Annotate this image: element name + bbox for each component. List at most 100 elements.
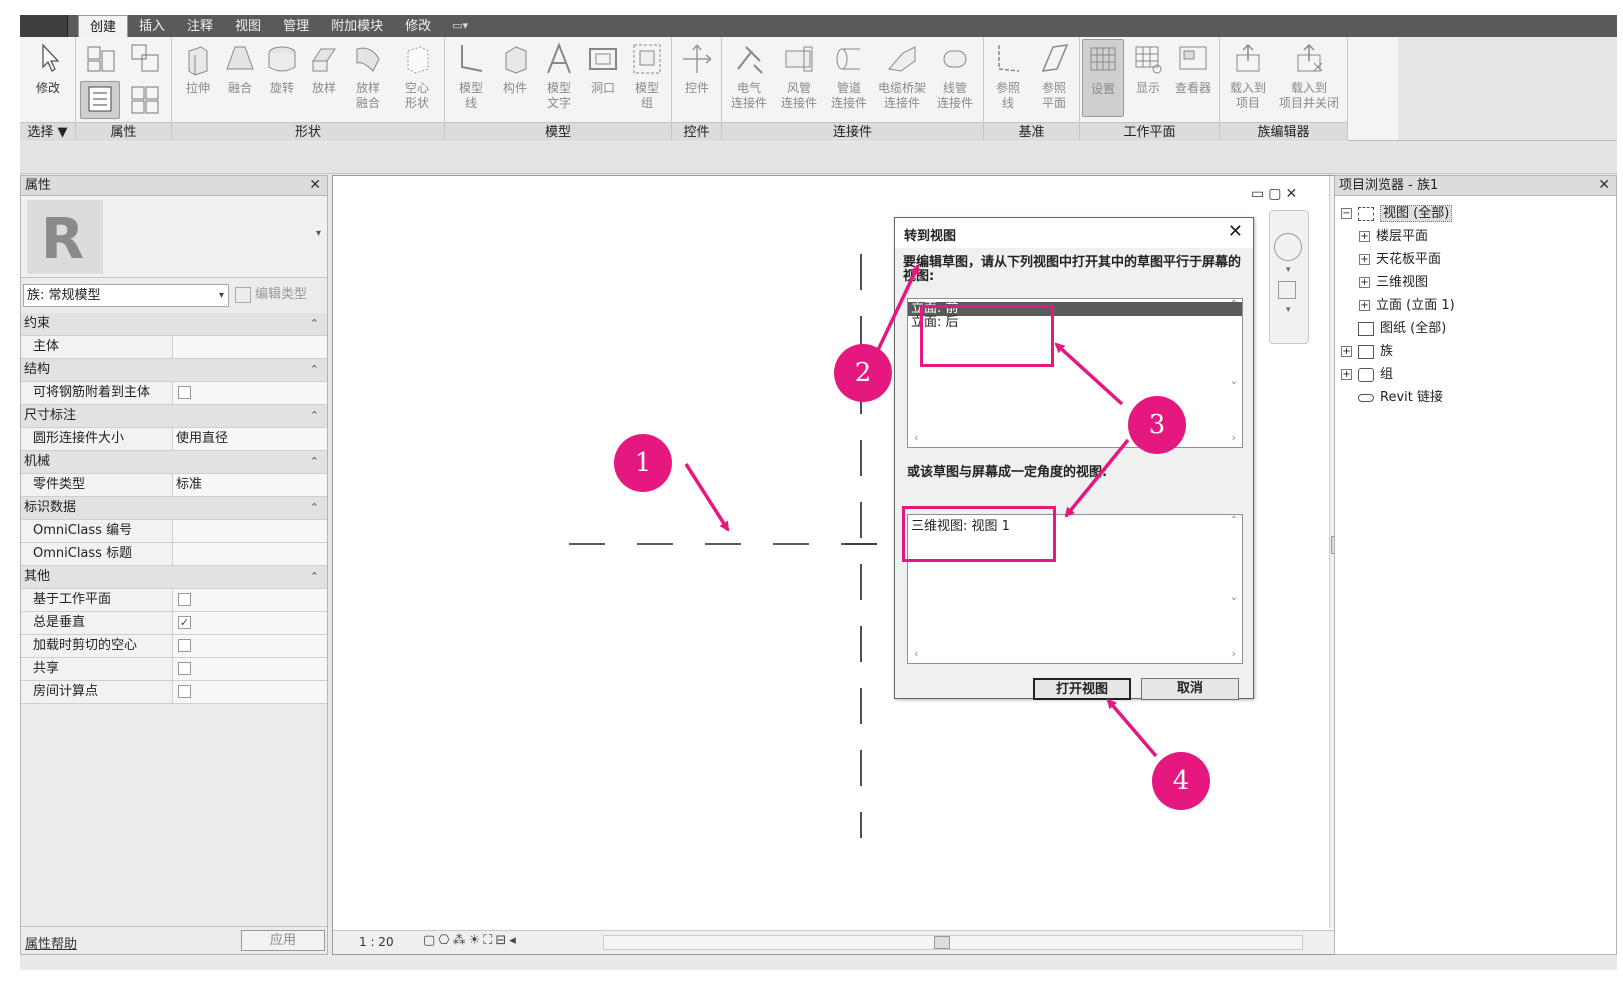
model-line-button[interactable]: 模型 线 bbox=[449, 41, 493, 111]
tree-node-revit-links[interactable]: Revit 链接 bbox=[1341, 386, 1455, 409]
apply-button[interactable]: 应用 bbox=[241, 930, 325, 951]
property-value[interactable]: 标准 bbox=[173, 474, 327, 496]
tree-node-views[interactable]: − 视图 (全部) bbox=[1341, 202, 1455, 225]
chevron-down-icon[interactable]: ▾ bbox=[1286, 305, 1291, 315]
checkbox[interactable] bbox=[178, 685, 191, 698]
tree-node-label: 视图 (全部) bbox=[1380, 205, 1453, 222]
list-horizontal-scrollbar[interactable]: ‹ › bbox=[908, 431, 1242, 447]
pipe-connector-button[interactable]: 管道 连接件 bbox=[824, 41, 874, 111]
tree-node-label: 族 bbox=[1380, 344, 1394, 359]
edit-type-button[interactable]: 编辑类型 bbox=[235, 284, 325, 307]
reference-plane-label: 参照 平面 bbox=[1041, 81, 1066, 110]
show-work-plane-button[interactable]: 显示 bbox=[1128, 41, 1168, 96]
tree-node-sheets[interactable]: 图纸 (全部) bbox=[1341, 317, 1455, 340]
ribbon-minimize-toggle[interactable]: ▭▾ bbox=[442, 15, 478, 37]
expand-icon[interactable]: + bbox=[1359, 300, 1370, 311]
zoom-icon[interactable] bbox=[1278, 281, 1296, 299]
horizontal-scrollbar[interactable] bbox=[603, 935, 1303, 950]
cable-tray-connector-button[interactable]: 电缆桥架 连接件 bbox=[872, 41, 932, 111]
project-browser-close-icon[interactable]: ✕ bbox=[1598, 176, 1610, 195]
family-type-selector[interactable]: 族: 常规模型 ▾ bbox=[23, 284, 229, 307]
property-value[interactable] bbox=[173, 520, 327, 542]
expand-icon[interactable]: + bbox=[1341, 346, 1352, 357]
cancel-button[interactable]: 取消 bbox=[1141, 678, 1239, 700]
view-scale[interactable]: 1 : 20 bbox=[359, 935, 394, 949]
properties-close-icon[interactable]: ✕ bbox=[309, 176, 321, 195]
properties-toggle-button[interactable] bbox=[80, 81, 120, 119]
tab-insert[interactable]: 插入 bbox=[128, 15, 176, 37]
group-identity-data[interactable]: 标识数据 ⌃ bbox=[21, 497, 327, 520]
expand-icon[interactable]: + bbox=[1359, 277, 1370, 288]
duct-connector-button[interactable]: 风管 连接件 bbox=[774, 41, 824, 111]
model-group-button[interactable]: 模型 组 bbox=[627, 41, 667, 111]
tree-node-groups[interactable]: + 组 bbox=[1341, 363, 1455, 386]
group-constraints[interactable]: 约束 ⌃ bbox=[21, 313, 327, 336]
properties-help-link[interactable]: 属性帮助 bbox=[25, 933, 77, 952]
sweep-button[interactable]: 放样 bbox=[304, 41, 344, 96]
void-forms-button[interactable]: 空心 形状 bbox=[394, 41, 440, 111]
dialog-close-icon[interactable]: ✕ bbox=[1228, 221, 1243, 242]
tab-annotate[interactable]: 注释 bbox=[176, 15, 224, 37]
extrusion-button[interactable]: 拉伸 bbox=[178, 41, 218, 96]
checkbox[interactable] bbox=[178, 639, 191, 652]
load-into-project-and-close-button[interactable]: 载入到 项目并关闭 bbox=[1272, 41, 1346, 111]
blend-button[interactable]: 融合 bbox=[220, 41, 260, 96]
expand-icon[interactable]: + bbox=[1359, 231, 1370, 242]
type-dropdown-chevron-icon[interactable]: ▾ bbox=[316, 228, 321, 239]
family-category-icon[interactable] bbox=[128, 41, 164, 77]
group-structural[interactable]: 结构 ⌃ bbox=[21, 359, 327, 382]
view-control-icons[interactable]: ▢⎔⁂☀⛶⊟◂ bbox=[423, 933, 519, 948]
checkbox-checked[interactable]: ✓ bbox=[178, 616, 191, 629]
property-value[interactable] bbox=[173, 543, 327, 565]
tab-create[interactable]: 创建 bbox=[78, 15, 129, 37]
modify-button[interactable]: 修改 bbox=[26, 41, 70, 96]
tab-manage[interactable]: 管理 bbox=[272, 15, 320, 37]
set-work-plane-button[interactable]: 设置 bbox=[1082, 39, 1124, 117]
tab-modify[interactable]: 修改 bbox=[394, 15, 442, 37]
collapse-icon[interactable]: − bbox=[1341, 208, 1352, 219]
list-horizontal-scrollbar[interactable]: ‹ › bbox=[908, 647, 1242, 663]
group-dimensions[interactable]: 尺寸标注 ⌃ bbox=[21, 405, 327, 428]
tab-view[interactable]: 视图 bbox=[224, 15, 272, 37]
scroll-thumb[interactable] bbox=[934, 936, 950, 949]
application-menu-button[interactable] bbox=[20, 15, 68, 37]
tab-addins[interactable]: 附加模块 bbox=[320, 15, 394, 37]
panel-select-label[interactable]: 选择 ▼ bbox=[20, 122, 75, 141]
type-properties-icon[interactable] bbox=[128, 83, 164, 119]
revolve-icon bbox=[268, 46, 296, 72]
checkbox[interactable] bbox=[178, 386, 191, 399]
list-vertical-scrollbar[interactable]: ⌃ ⌄ bbox=[1226, 299, 1242, 431]
open-view-button[interactable]: 打开视图 bbox=[1033, 678, 1131, 700]
swept-blend-button[interactable]: 放样 融合 bbox=[346, 41, 390, 111]
work-plane-viewer-button[interactable]: 查看器 bbox=[1170, 41, 1216, 96]
tree-node-families[interactable]: + 族 bbox=[1341, 340, 1455, 363]
expand-icon[interactable]: + bbox=[1359, 254, 1370, 265]
tree-node-floor-plans[interactable]: + 楼层平面 bbox=[1341, 225, 1455, 248]
opening-button[interactable]: 洞口 bbox=[583, 41, 623, 96]
reference-line-button[interactable]: 参照 线 bbox=[986, 41, 1030, 111]
model-text-button[interactable]: 模型 文字 bbox=[537, 41, 581, 111]
control-button[interactable]: 控件 bbox=[676, 41, 718, 96]
property-value[interactable] bbox=[173, 336, 327, 358]
expand-icon[interactable]: + bbox=[1341, 369, 1352, 380]
conduit-connector-button[interactable]: 线管 连接件 bbox=[930, 41, 980, 111]
group-other[interactable]: 其他 ⌃ bbox=[21, 566, 327, 589]
tree-node-3d-views[interactable]: + 三维视图 bbox=[1341, 271, 1455, 294]
revolve-button[interactable]: 旋转 bbox=[262, 41, 302, 96]
load-into-project-button[interactable]: 载入到 项目 bbox=[1224, 41, 1272, 111]
list-vertical-scrollbar[interactable]: ⌃ ⌄ bbox=[1226, 515, 1242, 647]
checkbox[interactable] bbox=[178, 662, 191, 675]
electrical-connector-button[interactable]: 电气 连接件 bbox=[724, 41, 774, 111]
tree-node-elevations[interactable]: + 立面 (立面 1) bbox=[1341, 294, 1455, 317]
chevron-down-icon[interactable]: ▾ bbox=[1286, 265, 1291, 275]
group-mechanical[interactable]: 机械 ⌃ bbox=[21, 451, 327, 474]
property-value[interactable]: 使用直径 bbox=[173, 428, 327, 450]
checkbox[interactable] bbox=[178, 593, 191, 606]
reference-plane-button[interactable]: 参照 平面 bbox=[1032, 41, 1076, 111]
component-button[interactable]: 构件 bbox=[495, 41, 535, 96]
type-preview[interactable]: R ▾ bbox=[21, 196, 327, 278]
steering-wheel-icon[interactable] bbox=[1274, 233, 1302, 261]
family-types-icon[interactable] bbox=[84, 41, 120, 77]
tree-node-ceiling-plans[interactable]: + 天花板平面 bbox=[1341, 248, 1455, 271]
view-window-controls[interactable]: ▭▢✕ bbox=[1251, 186, 1301, 202]
